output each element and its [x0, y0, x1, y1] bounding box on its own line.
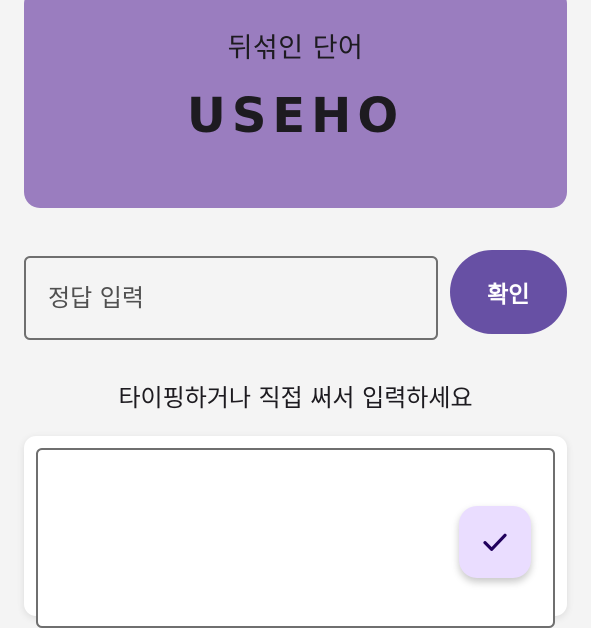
- scrambled-word-card: 뒤섞인 단어 USEHO: [24, 0, 567, 208]
- submit-handwriting-button[interactable]: [459, 506, 531, 578]
- word-card-title: 뒤섞인 단어: [227, 33, 364, 64]
- answer-input[interactable]: [24, 256, 438, 340]
- input-instruction: 타이핑하거나 직접 써서 입력하세요: [118, 384, 473, 412]
- scrambled-word: USEHO: [186, 88, 405, 144]
- check-icon: [479, 526, 511, 558]
- confirm-button[interactable]: 확인: [450, 250, 567, 334]
